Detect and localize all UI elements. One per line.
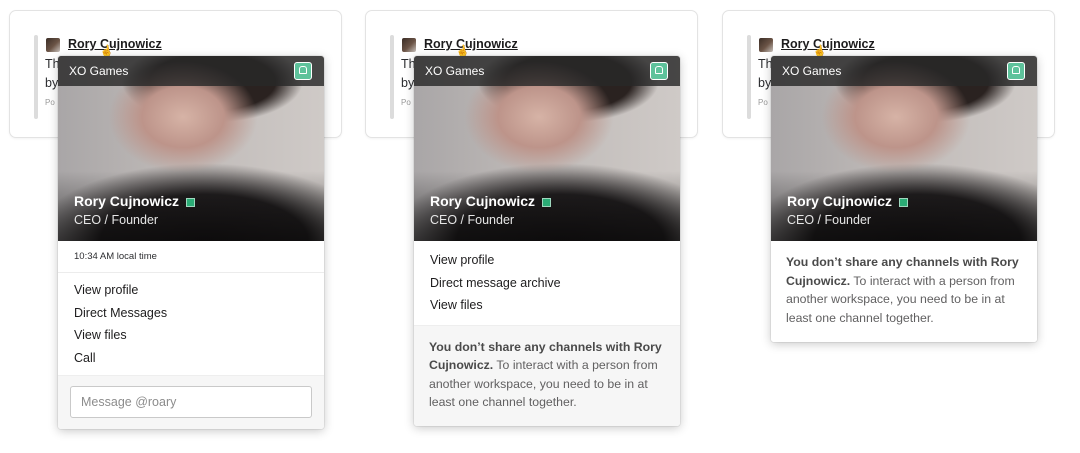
profile-photo: XO Games Rory Cujnowicz CEO / Founder xyxy=(414,56,680,241)
profile-popover: XO Games Rory Cujnowicz CEO / Founder Vi… xyxy=(414,56,680,426)
workspace-header: XO Games xyxy=(58,56,324,86)
sender-name-link[interactable]: Rory Cujnowicz xyxy=(68,37,162,51)
profile-title: CEO / Founder xyxy=(74,213,159,227)
profile-title: CEO / Founder xyxy=(787,213,872,227)
profile-menu: View profile Direct message archive View… xyxy=(414,241,680,325)
quote-bar xyxy=(390,35,394,119)
profile-title: CEO / Founder xyxy=(430,213,515,227)
local-time: 10:34 AM local time xyxy=(58,241,324,273)
profile-name: Rory Cujnowicz xyxy=(74,193,196,209)
quote-bar xyxy=(34,35,38,119)
workspace-name: XO Games xyxy=(782,64,842,78)
menu-item-view-files[interactable]: View files xyxy=(414,294,680,317)
workspace-name: XO Games xyxy=(425,64,485,78)
panel-2: Rory Cujnowicz Th by Po ☝ XO Games Rory … xyxy=(356,0,702,453)
profile-name: Rory Cujnowicz xyxy=(430,193,552,209)
workspace-name: XO Games xyxy=(69,64,129,78)
menu-item-direct-message-archive[interactable]: Direct message archive xyxy=(414,272,680,295)
sender-name-link[interactable]: Rory Cujnowicz xyxy=(781,37,875,51)
profile-popover: XO Games Rory Cujnowicz CEO / Founder 10… xyxy=(58,56,324,429)
profile-photo: XO Games Rory Cujnowicz CEO / Founder xyxy=(58,56,324,241)
workspace-badge-icon[interactable] xyxy=(650,62,668,80)
panel-3: Rory Cujnowicz Th by Po ☝ XO Games Rory … xyxy=(713,0,1059,453)
profile-menu: View profile Direct Messages View files … xyxy=(58,273,324,375)
workspace-badge-icon[interactable] xyxy=(294,62,312,80)
workspace-header: XO Games xyxy=(771,56,1037,86)
menu-item-direct-messages[interactable]: Direct Messages xyxy=(58,302,324,325)
presence-indicator xyxy=(186,197,196,207)
panel-1: Rory Cujnowicz Th by Po ☝ XO Games Rory … xyxy=(0,0,346,453)
no-shared-channels-notice: You don’t share any channels with Rory C… xyxy=(414,324,680,426)
sender-avatar[interactable] xyxy=(46,38,60,52)
no-shared-channels-notice: You don’t share any channels with Rory C… xyxy=(771,241,1037,342)
profile-name: Rory Cujnowicz xyxy=(787,193,909,209)
sender-avatar[interactable] xyxy=(759,38,773,52)
workspace-badge-icon[interactable] xyxy=(1007,62,1025,80)
message-text-line-2: by xyxy=(45,76,59,90)
menu-item-view-profile[interactable]: View profile xyxy=(58,279,324,302)
message-meta: Po xyxy=(758,98,768,107)
profile-name-text: Rory Cujnowicz xyxy=(74,193,180,209)
menu-item-view-profile[interactable]: View profile xyxy=(414,249,680,272)
workspace-header: XO Games xyxy=(414,56,680,86)
message-meta: Po xyxy=(401,98,411,107)
quote-bar xyxy=(747,35,751,119)
sender-name-link[interactable]: Rory Cujnowicz xyxy=(424,37,518,51)
menu-item-view-files[interactable]: View files xyxy=(58,324,324,347)
message-text-line-2: by xyxy=(401,76,415,90)
message-footer xyxy=(58,375,324,429)
profile-name-text: Rory Cujnowicz xyxy=(430,193,536,209)
profile-photo: XO Games Rory Cujnowicz CEO / Founder xyxy=(771,56,1037,241)
message-meta: Po xyxy=(45,98,55,107)
presence-indicator xyxy=(899,197,909,207)
profile-popover: XO Games Rory Cujnowicz CEO / Founder Yo… xyxy=(771,56,1037,342)
message-text-line-2: by xyxy=(758,76,772,90)
menu-item-call[interactable]: Call xyxy=(58,347,324,370)
message-input[interactable] xyxy=(70,386,312,418)
profile-name-text: Rory Cujnowicz xyxy=(787,193,893,209)
sender-avatar[interactable] xyxy=(402,38,416,52)
presence-indicator xyxy=(542,197,552,207)
